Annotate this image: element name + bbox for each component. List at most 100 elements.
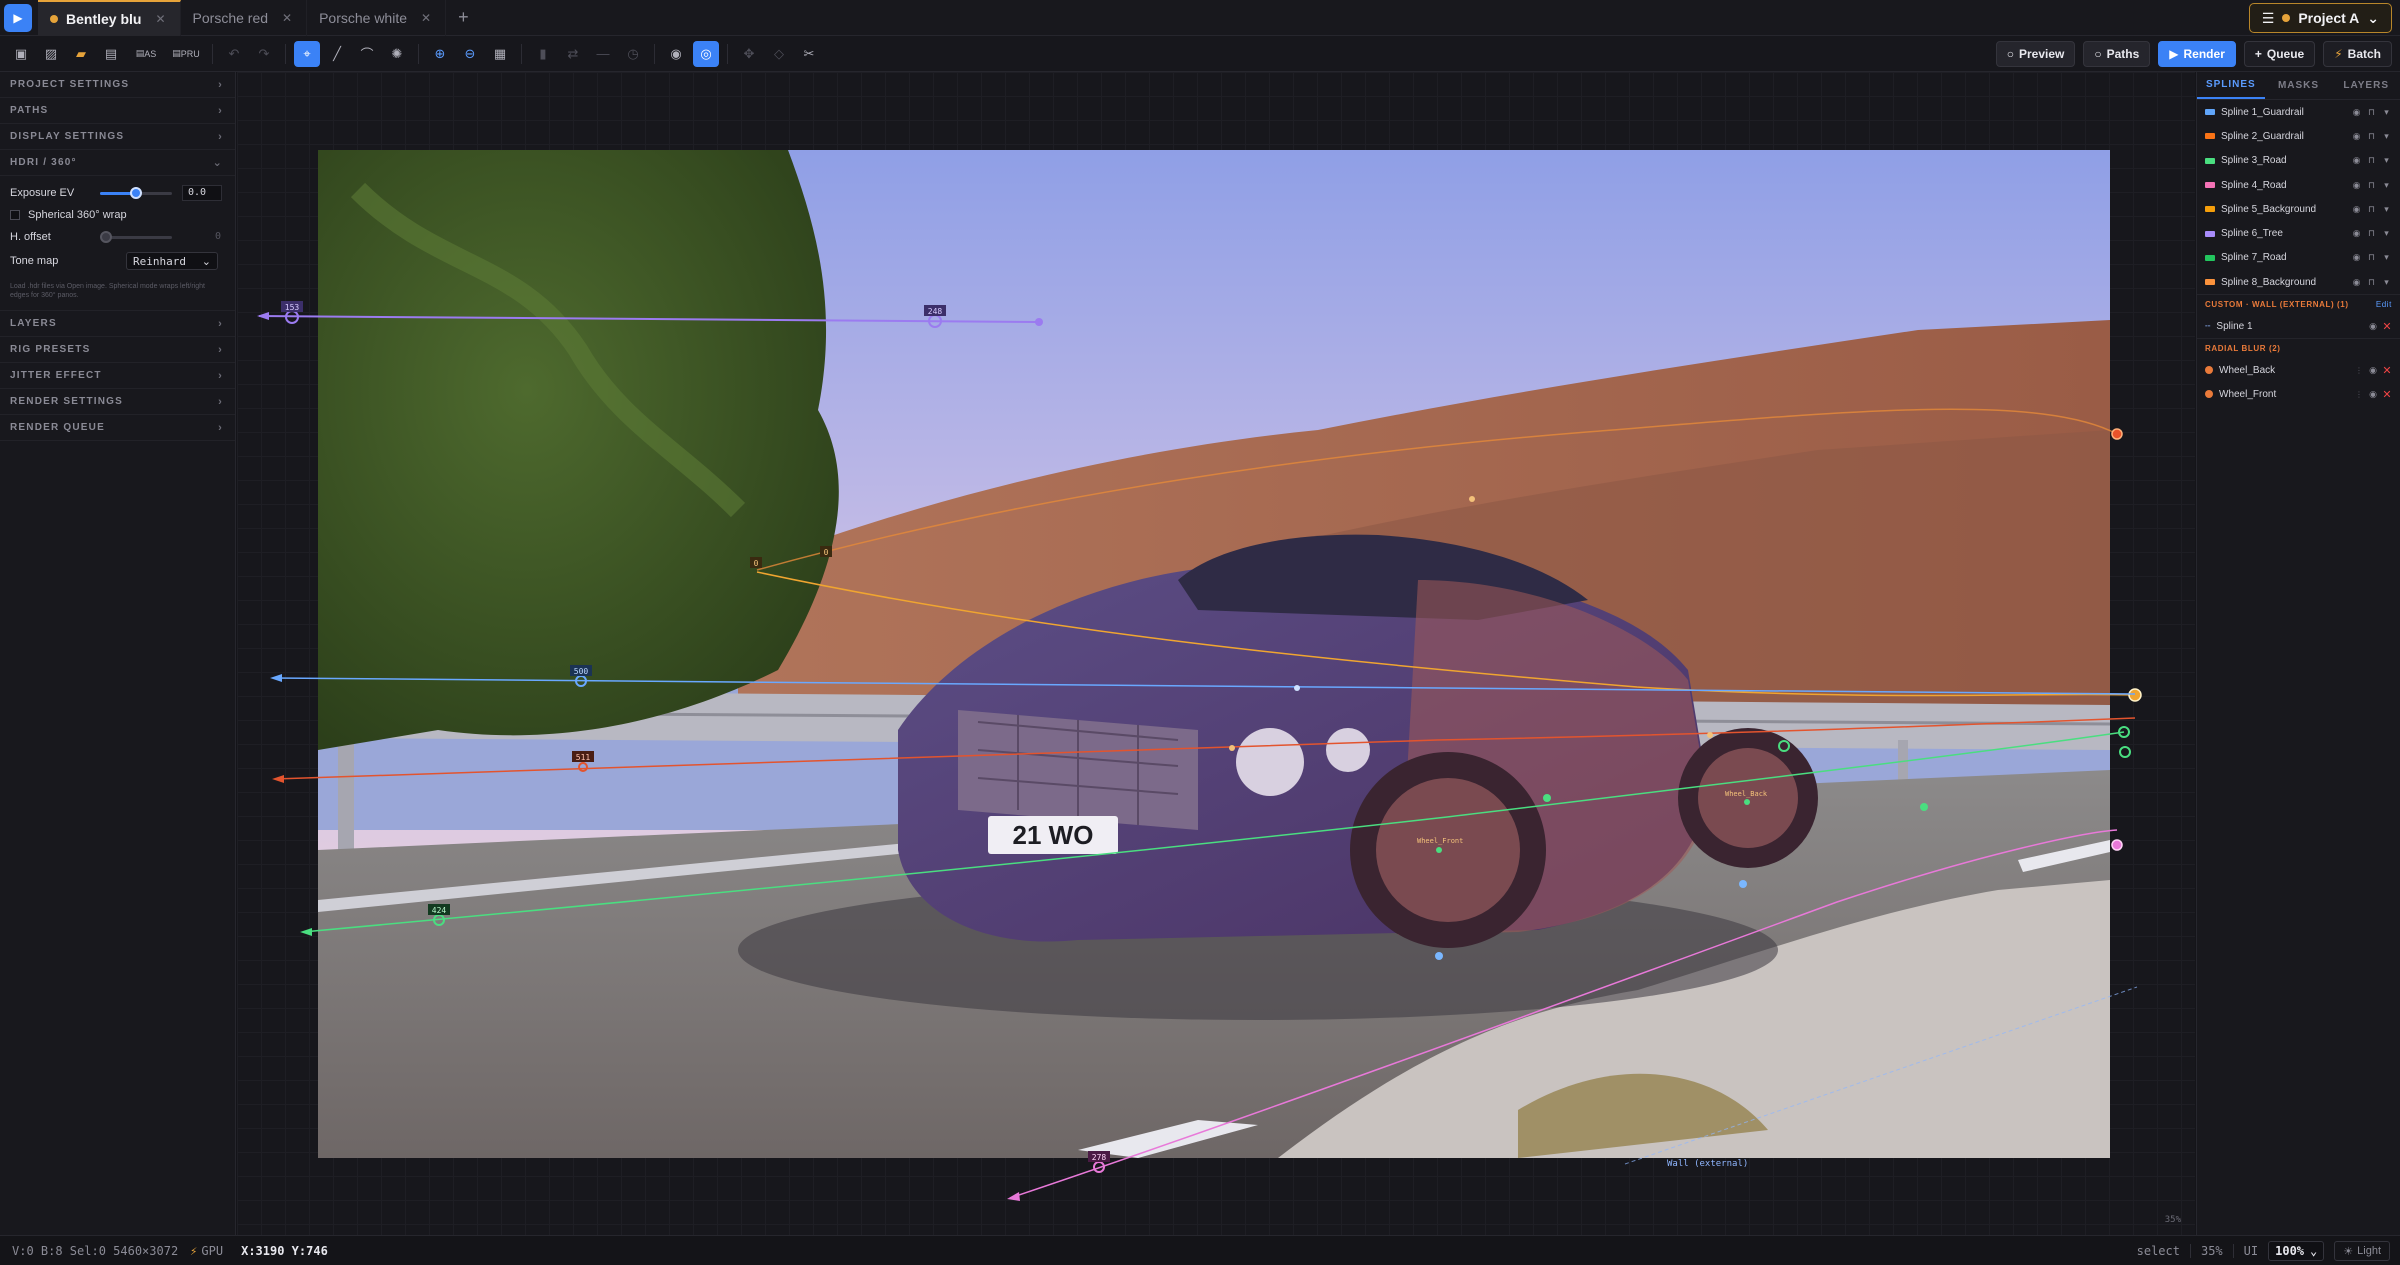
eye-icon[interactable]: ◉	[2349, 277, 2364, 288]
grid-icon[interactable]: ▦	[487, 41, 513, 67]
move-icon[interactable]: ✥	[736, 41, 762, 67]
close-tab-icon[interactable]: ✕	[421, 11, 431, 25]
lock-icon[interactable]: ⊓	[2364, 107, 2379, 118]
new-tab-button[interactable]: +	[446, 0, 481, 35]
save-icon[interactable]: ▤	[98, 41, 124, 67]
chevron-down-icon[interactable]: ▾	[2379, 155, 2394, 166]
eye-icon[interactable]: ◉	[2349, 107, 2364, 118]
delete-icon[interactable]: ▮	[530, 41, 556, 67]
curve-tool-icon[interactable]: ⌒	[354, 41, 380, 67]
batch-button[interactable]: ⚡ Batch	[2323, 41, 2392, 67]
section-paths[interactable]: PATHS ›	[0, 98, 235, 124]
lock-icon[interactable]: ⊓	[2364, 277, 2379, 288]
slider-handle[interactable]	[100, 231, 112, 243]
zoom-in-icon[interactable]: ⊕	[427, 41, 453, 67]
preview-button[interactable]: ○ Preview	[1995, 41, 2076, 67]
eye-icon[interactable]: ◉	[2366, 365, 2380, 376]
edit-link[interactable]: Edit	[2376, 300, 2392, 309]
zoom-out-icon[interactable]: ⊖	[457, 41, 483, 67]
chevron-down-icon[interactable]: ▾	[2379, 131, 2394, 142]
project-menu-button[interactable]: ☰ Project A ⌄	[2248, 3, 2392, 33]
radial-blur-item[interactable]: Wheel_Front ⋮ ◉ ✕	[2197, 382, 2400, 406]
h-offset-slider[interactable]	[100, 231, 172, 243]
radial-blur-group-header[interactable]: RADIAL BLUR (2)	[2197, 338, 2400, 358]
delete-icon[interactable]: ✕	[2380, 388, 2394, 401]
delete-icon[interactable]: ✕	[2380, 320, 2394, 333]
custom-wall-group-header[interactable]: CUSTOM · WALL (EXTERNAL) (1) Edit	[2197, 294, 2400, 314]
tab-masks[interactable]: MASKS	[2265, 72, 2333, 99]
spline-overlay[interactable]: 153 248 0 0 500 511 424 278 Wall (extern…	[237, 72, 2195, 1235]
scissors-icon[interactable]: ✂	[796, 41, 822, 67]
eye-icon[interactable]: ◉	[2349, 155, 2364, 166]
eye-icon[interactable]: ◉	[2349, 204, 2364, 215]
close-tab-icon[interactable]: ✕	[155, 12, 165, 26]
redo-icon[interactable]: ↷	[251, 41, 277, 67]
section-render-queue[interactable]: RENDER QUEUE ›	[0, 415, 235, 441]
diamond-icon[interactable]: ◇	[766, 41, 792, 67]
tab-layers[interactable]: LAYERS	[2332, 72, 2400, 99]
paths-button[interactable]: ○ Paths	[2083, 41, 2151, 67]
lock-icon[interactable]: ⊓	[2364, 131, 2379, 142]
lock-icon[interactable]: ⊓	[2364, 204, 2379, 215]
eye-icon[interactable]: ◉	[2349, 131, 2364, 142]
settings-icon[interactable]: ⋮	[2352, 366, 2366, 375]
section-layers[interactable]: LAYERS ›	[0, 311, 235, 337]
chevron-down-icon[interactable]: ▾	[2379, 204, 2394, 215]
queue-button[interactable]: + Queue	[2243, 41, 2316, 67]
swap-icon[interactable]: ⇄	[560, 41, 586, 67]
eye-icon[interactable]: ◉	[2349, 180, 2364, 191]
tab-bentley-blu[interactable]: Bentley blu ✕	[38, 0, 181, 36]
exposure-slider[interactable]	[100, 187, 172, 199]
close-tab-icon[interactable]: ✕	[282, 11, 292, 25]
chevron-down-icon[interactable]: ▾	[2379, 180, 2394, 191]
folder-icon[interactable]: ▰	[68, 41, 94, 67]
point-tool-icon[interactable]: ✺	[384, 41, 410, 67]
open-image-icon[interactable]: ▣	[8, 41, 34, 67]
custom-spline-item[interactable]: ╌ Spline 1 ◉ ✕	[2197, 314, 2400, 338]
chevron-down-icon[interactable]: ▾	[2379, 252, 2394, 263]
render-button[interactable]: ▶ Render	[2158, 41, 2236, 67]
tone-map-select[interactable]: Reinhard ⌄	[126, 252, 218, 270]
lock-icon[interactable]: ⊓	[2364, 155, 2379, 166]
save-pru-button[interactable]: ▤ PRU	[168, 41, 204, 67]
eye-icon[interactable]: ◉	[2349, 228, 2364, 239]
eye-icon[interactable]: ◉	[2366, 389, 2380, 400]
section-rig-presets[interactable]: RIG PRESETS ›	[0, 337, 235, 363]
lock-icon[interactable]: ⊓	[2364, 252, 2379, 263]
chevron-down-icon[interactable]: ▾	[2379, 228, 2394, 239]
tab-porsche-red[interactable]: Porsche red ✕	[181, 0, 308, 36]
target-icon[interactable]: ◎	[693, 40, 719, 67]
radial-blur-item[interactable]: Wheel_Back ⋮ ◉ ✕	[2197, 358, 2400, 382]
image-icon[interactable]: ▨	[38, 41, 64, 67]
lock-icon[interactable]: ⊓	[2364, 180, 2379, 191]
line-tool-icon[interactable]: ╱	[324, 41, 350, 67]
select-tool-icon[interactable]: ⌖	[294, 40, 320, 67]
eye-icon[interactable]: ◉	[663, 41, 689, 67]
spline-item[interactable]: Spline 4_Road ◉ ⊓ ▾	[2197, 173, 2400, 197]
light-theme-button[interactable]: ☀ Light	[2334, 1241, 2390, 1261]
spline-item[interactable]: Spline 8_Background ◉ ⊓ ▾	[2197, 270, 2400, 294]
delete-icon[interactable]: ✕	[2380, 364, 2394, 377]
timer-icon[interactable]: ◷	[620, 41, 646, 67]
save-as-button[interactable]: ▤ AS	[128, 41, 164, 67]
section-render-settings[interactable]: RENDER SETTINGS ›	[0, 389, 235, 415]
slider-handle[interactable]	[130, 187, 142, 199]
tab-splines[interactable]: SPLINES	[2197, 72, 2265, 99]
canvas-viewport[interactable]: 21 WO 153 248 0 0 500 511 424 278 Wall (…	[237, 72, 2195, 1235]
spline-item[interactable]: Spline 3_Road ◉ ⊓ ▾	[2197, 149, 2400, 173]
spline-item[interactable]: Spline 1_Guardrail ◉ ⊓ ▾	[2197, 100, 2400, 124]
chevron-down-icon[interactable]: ▾	[2379, 107, 2394, 118]
spline-item[interactable]: Spline 5_Background ◉ ⊓ ▾	[2197, 197, 2400, 221]
eye-icon[interactable]: ◉	[2349, 252, 2364, 263]
eye-icon[interactable]: ◉	[2366, 321, 2380, 332]
exposure-value-input[interactable]: 0.0	[182, 185, 222, 201]
section-hdri[interactable]: HDRI / 360° ⌄	[0, 150, 235, 176]
settings-icon[interactable]: ⋮	[2352, 390, 2366, 399]
section-project-settings[interactable]: PROJECT SETTINGS ›	[0, 72, 235, 98]
spline-item[interactable]: Spline 6_Tree ◉ ⊓ ▾	[2197, 221, 2400, 245]
line-dash-icon[interactable]: —	[590, 41, 616, 67]
lock-icon[interactable]: ⊓	[2364, 228, 2379, 239]
chevron-down-icon[interactable]: ▾	[2379, 277, 2394, 288]
app-logo-icon[interactable]: ▶	[4, 4, 32, 32]
spline-item[interactable]: Spline 7_Road ◉ ⊓ ▾	[2197, 246, 2400, 270]
